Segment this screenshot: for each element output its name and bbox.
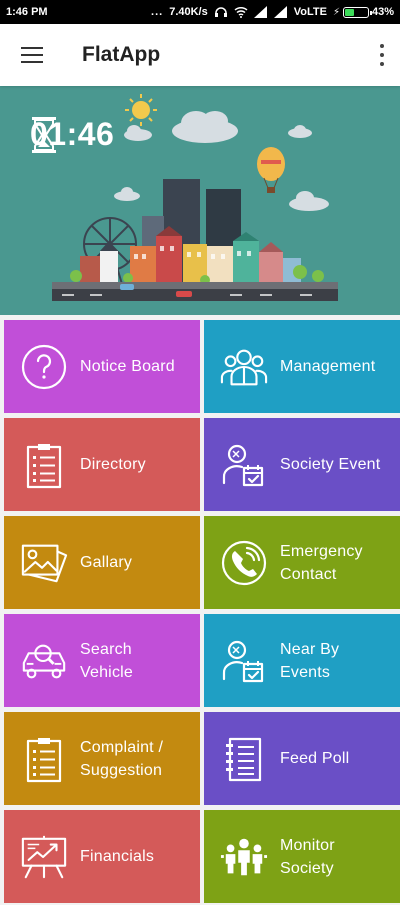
chart-board-icon <box>20 833 68 881</box>
wifi-icon <box>234 6 248 18</box>
management-icon <box>220 343 268 391</box>
tile-label: Emergency Contact <box>280 542 363 583</box>
battery-indicator: ⚡ 43% <box>333 6 394 18</box>
tile-label: Management <box>280 358 376 375</box>
directory-list-icon <box>20 441 68 489</box>
hourglass-icon <box>32 117 56 153</box>
charging-bolt-icon: ⚡ <box>332 6 340 18</box>
battery-percent: 43% <box>371 6 394 18</box>
hamburger-icon[interactable] <box>21 47 43 63</box>
tile-feed-poll[interactable]: Feed Poll <box>204 712 400 805</box>
question-icon <box>20 343 68 391</box>
status-bar: 1:46 PM ... 7.40K/s VoLTE ⚡ 43% <box>0 0 400 24</box>
tile-label: Directory <box>80 456 146 473</box>
volte-label: VoLTE <box>293 6 327 18</box>
tile-notice-board[interactable]: Notice Board <box>4 320 200 413</box>
status-dots: ... <box>151 6 164 18</box>
app-bar: FlatApp <box>0 24 400 86</box>
tile-label: Notice Board <box>80 358 175 375</box>
tile-emergency-contact[interactable]: Emergency Contact <box>204 516 400 609</box>
more-vert-icon[interactable] <box>378 44 386 66</box>
headphones-icon <box>214 7 227 17</box>
gallery-icon <box>20 539 68 587</box>
network-speed: 7.40K/s <box>169 6 208 18</box>
notebook-icon <box>220 735 268 783</box>
tile-label: Monitor Society <box>280 836 335 877</box>
tile-monitor-society[interactable]: Monitor Society <box>204 810 400 903</box>
tile-label: Society Event <box>280 456 381 473</box>
tile-near-by-events[interactable]: Near By Events <box>204 614 400 707</box>
sun-icon <box>125 94 157 126</box>
city-banner: 01:46 <box>0 86 400 315</box>
tile-society-event[interactable]: Society Event <box>204 418 400 511</box>
tile-directory[interactable]: Directory <box>4 418 200 511</box>
tile-search-vehicle[interactable]: Search Vehicle <box>4 614 200 707</box>
signal-icon-2 <box>273 6 287 18</box>
people-group-icon <box>220 833 268 881</box>
tile-gallary[interactable]: Gallary <box>4 516 200 609</box>
tile-management[interactable]: Management <box>204 320 400 413</box>
phone-icon <box>220 539 268 587</box>
complaint-list-icon <box>20 735 68 783</box>
tile-label: Feed Poll <box>280 750 350 767</box>
tile-label: Financials <box>80 848 155 865</box>
tile-complaint-suggestion[interactable]: Complaint / Suggestion <box>4 712 200 805</box>
battery-icon <box>342 6 372 18</box>
event-person-icon <box>220 637 268 685</box>
event-person-icon <box>220 441 268 489</box>
hot-air-balloon <box>257 147 285 193</box>
signal-icon <box>253 6 267 18</box>
status-time: 1:46 PM <box>6 6 48 18</box>
tile-label: Gallary <box>80 554 133 571</box>
battery-fill <box>344 8 355 16</box>
search-vehicle-icon <box>20 637 68 685</box>
feature-grid: Notice Board Management Directory Society E… <box>4 320 400 903</box>
tile-financials[interactable]: Financials <box>4 810 200 903</box>
tile-label: Near By Events <box>280 640 340 681</box>
tile-label: Complaint / Suggestion <box>80 738 164 779</box>
clock-display: 01:46 <box>30 116 114 153</box>
app-title: FlatApp <box>82 43 161 66</box>
tile-label: Search Vehicle <box>80 640 133 681</box>
